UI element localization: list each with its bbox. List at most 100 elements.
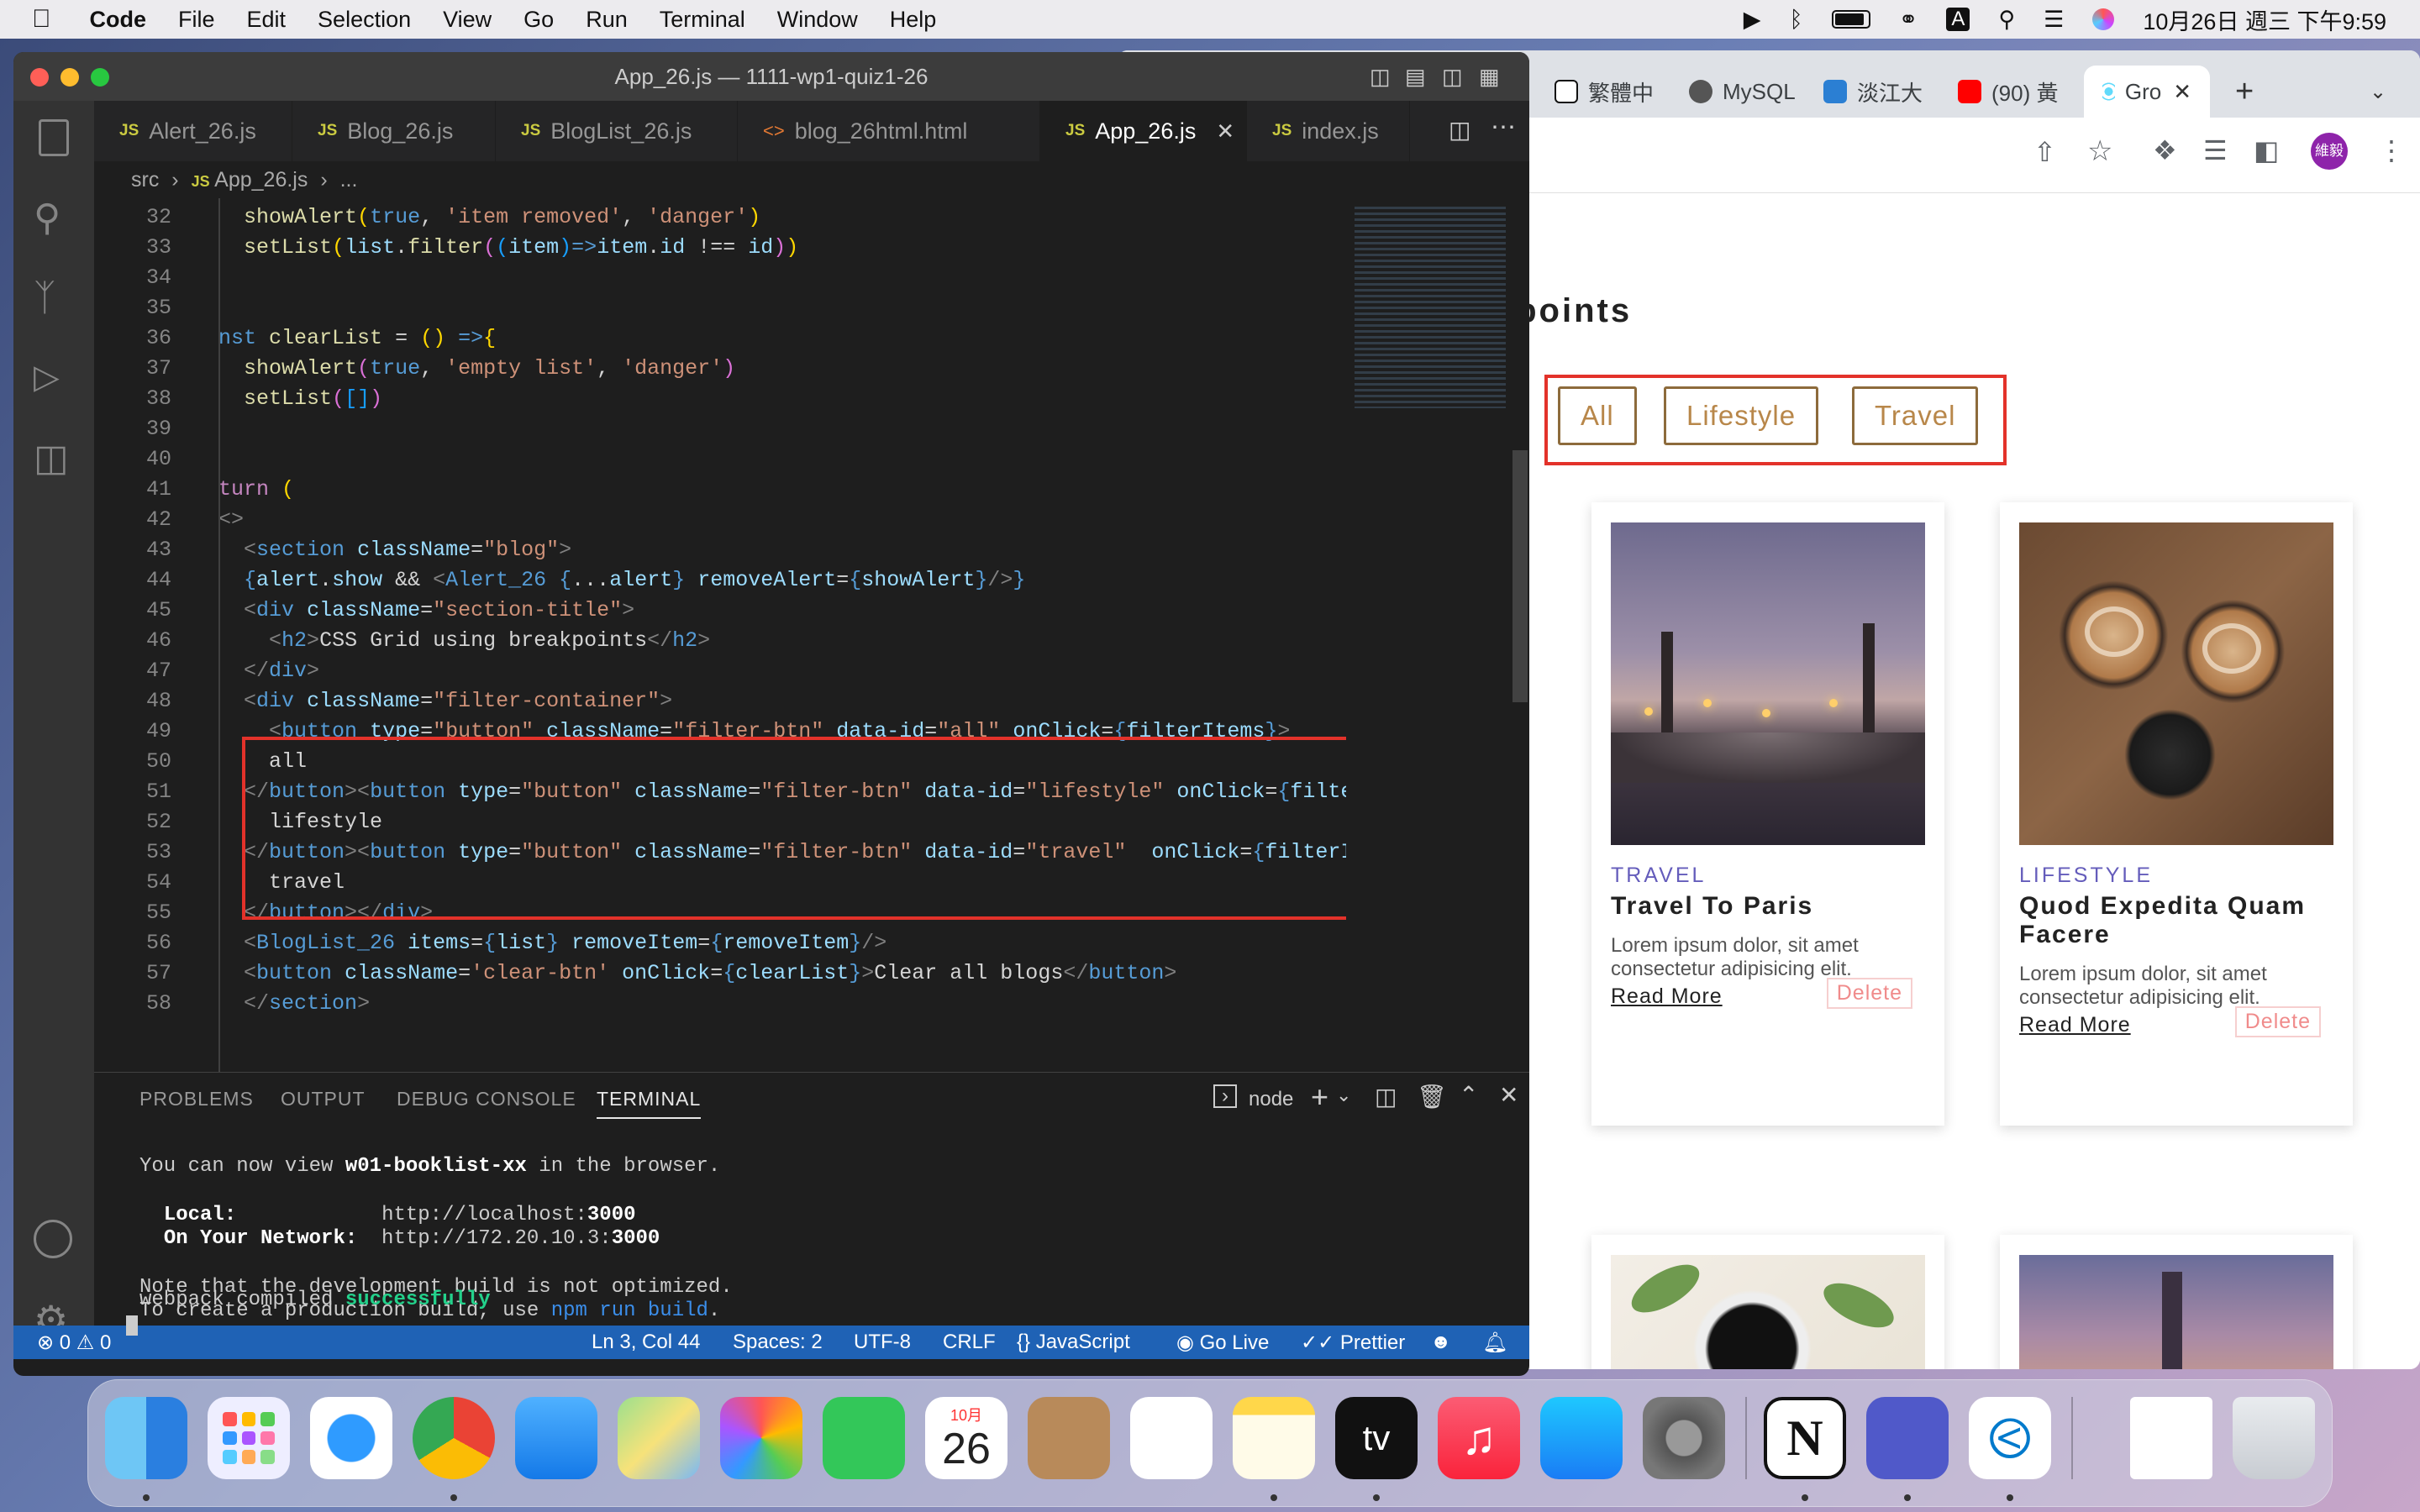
- chrome-icon[interactable]: [413, 1397, 495, 1479]
- feedback-icon[interactable]: ☻: [1430, 1331, 1451, 1354]
- side-panel-icon[interactable]: ◧: [2254, 134, 2279, 166]
- mail-icon[interactable]: [515, 1397, 597, 1479]
- maximize-panel-icon[interactable]: ⌃: [1459, 1081, 1478, 1109]
- extensions-icon[interactable]: ◫: [34, 437, 74, 479]
- new-tab-icon[interactable]: +: [2235, 66, 2254, 118]
- tab-app-26[interactable]: JS App_26.js ✕: [1040, 101, 1247, 161]
- terminal-shell-name[interactable]: node: [1249, 1088, 1293, 1111]
- chrome-tab-active[interactable]: Gro ✕: [2084, 66, 2210, 118]
- read-more-link[interactable]: Read More: [2019, 1013, 2131, 1037]
- chrome-tab-1[interactable]: 繁體中: [1555, 66, 1654, 118]
- filter-travel-button[interactable]: Travel: [1852, 386, 1979, 445]
- finder-icon[interactable]: [105, 1397, 187, 1479]
- tab-debug-console[interactable]: DEBUG CONSOLE: [397, 1088, 576, 1110]
- tab-output[interactable]: OUTPUT: [281, 1088, 366, 1110]
- safari-icon[interactable]: [310, 1397, 392, 1479]
- trash-icon[interactable]: [2233, 1397, 2315, 1479]
- minimize-window-button[interactable]: [60, 68, 79, 87]
- tab-blog-26[interactable]: JS Blog_26.js: [292, 101, 496, 161]
- tab-terminal[interactable]: TERMINAL: [597, 1088, 702, 1119]
- menu-app-name[interactable]: Code: [90, 7, 147, 33]
- read-more-link[interactable]: Read More: [1611, 984, 1723, 1009]
- trash-icon[interactable]: 🗑︎: [1417, 1083, 1447, 1110]
- cursor-position[interactable]: Ln 3, Col 44: [592, 1331, 700, 1354]
- source-control-icon[interactable]: ᛉ: [34, 277, 74, 318]
- notifications-bell-icon[interactable]: 🔔︎: [1482, 1331, 1507, 1355]
- more-actions-icon[interactable]: ⋯: [1491, 113, 1516, 142]
- profile-avatar[interactable]: 維毅: [2311, 133, 2348, 170]
- play-icon[interactable]: ▶︎: [1744, 7, 1761, 33]
- menu-go[interactable]: Go: [523, 7, 554, 33]
- close-tab-icon[interactable]: ✕: [1216, 118, 1234, 144]
- code-editor[interactable]: 32 33 34 35 36 37 38 39 40 41 42 43 44 45 46 47 48 49 50 51…: [94, 198, 1346, 1072]
- siri-icon[interactable]: [2092, 8, 2115, 30]
- menu-terminal[interactable]: Terminal: [660, 7, 745, 33]
- notes-icon[interactable]: [1233, 1397, 1315, 1479]
- facetime-icon[interactable]: [823, 1397, 905, 1479]
- menubar-clock[interactable]: 10月26日 週三 下午9:59: [2143, 3, 2386, 36]
- chrome-menu-icon[interactable]: ⋮: [2378, 134, 2405, 166]
- toggle-sidebar-icon[interactable]: ◫: [1370, 52, 1391, 101]
- prettier-status[interactable]: ✓✓ Prettier: [1301, 1331, 1405, 1355]
- bluetooth-icon[interactable]: ᛒ: [1790, 7, 1803, 33]
- scrollbar-thumb[interactable]: [1512, 450, 1528, 702]
- tab-alert-26[interactable]: JS Alert_26.js: [94, 101, 292, 161]
- launchpad-icon[interactable]: [208, 1397, 290, 1479]
- menu-selection[interactable]: Selection: [318, 7, 411, 33]
- filter-all-button[interactable]: All: [1558, 386, 1637, 445]
- input-source-icon[interactable]: A: [1946, 8, 1970, 31]
- breadcrumb-symbol[interactable]: ...: [340, 168, 358, 192]
- new-terminal-icon[interactable]: +: [1311, 1079, 1328, 1115]
- search-icon[interactable]: ⚲: [34, 197, 74, 239]
- close-window-button[interactable]: [30, 68, 49, 87]
- delete-button[interactable]: Delete: [2234, 1006, 2321, 1037]
- eol-status[interactable]: CRLF: [943, 1331, 996, 1354]
- control-center-icon[interactable]: ☰: [2044, 7, 2064, 33]
- problems-status[interactable]: ⊗ 0 ⚠ 0: [37, 1331, 111, 1355]
- chrome-tab-2[interactable]: MySQL: [1689, 66, 1796, 118]
- search-icon[interactable]: ⚲: [1998, 7, 2015, 33]
- tab-close-icon[interactable]: ✕: [2173, 79, 2191, 105]
- apple-menu-icon[interactable]: : [32, 5, 51, 34]
- calendar-icon[interactable]: 10月 26: [925, 1397, 1007, 1479]
- contacts-icon[interactable]: [1028, 1397, 1110, 1479]
- delete-button[interactable]: Delete: [1826, 978, 1912, 1009]
- tab-index[interactable]: JS index.js: [1247, 101, 1410, 161]
- accounts-icon[interactable]: [34, 1220, 72, 1258]
- share-icon[interactable]: ⇧: [2033, 136, 2056, 168]
- notion-icon[interactable]: N: [1764, 1397, 1846, 1479]
- breadcrumb-folder[interactable]: src: [131, 168, 159, 192]
- editor-scrollbar[interactable]: [1511, 198, 1529, 1072]
- breadcrumb-file[interactable]: App_26.js: [214, 168, 308, 192]
- toggle-panel-icon[interactable]: ▤: [1405, 52, 1426, 101]
- system-settings-icon[interactable]: [1643, 1397, 1725, 1479]
- language-status[interactable]: {} JavaScript: [1017, 1331, 1130, 1354]
- bookmark-star-icon[interactable]: ☆: [2087, 134, 2112, 168]
- terminal-dropdown-icon[interactable]: ⌄: [1336, 1084, 1351, 1106]
- indentation-status[interactable]: Spaces: 2: [733, 1331, 823, 1354]
- toggle-secondary-sidebar-icon[interactable]: ◫: [1442, 52, 1463, 101]
- zoom-window-button[interactable]: [91, 68, 109, 87]
- menu-view[interactable]: View: [443, 7, 492, 33]
- photos-icon[interactable]: [720, 1397, 802, 1479]
- menu-edit[interactable]: Edit: [247, 7, 287, 33]
- menu-file[interactable]: File: [178, 7, 215, 33]
- battery-icon[interactable]: [1831, 10, 1870, 29]
- extensions-icon[interactable]: ❖: [2153, 134, 2177, 166]
- split-editor-icon[interactable]: ◫: [1449, 116, 1470, 144]
- menu-help[interactable]: Help: [890, 7, 937, 33]
- maps-icon[interactable]: [618, 1397, 700, 1479]
- reading-list-icon[interactable]: ☰: [2203, 134, 2228, 166]
- recent-document-icon[interactable]: [2130, 1397, 2212, 1479]
- chrome-tab-4[interactable]: (90) 黃: [1958, 66, 2058, 118]
- app-store-icon[interactable]: [1540, 1397, 1623, 1479]
- go-live-status[interactable]: ◉ Go Live: [1176, 1331, 1269, 1355]
- close-panel-icon[interactable]: ✕: [1499, 1081, 1518, 1109]
- chrome-tab-3[interactable]: 淡江大: [1823, 66, 1923, 118]
- reminders-icon[interactable]: [1130, 1397, 1213, 1479]
- menu-window[interactable]: Window: [777, 7, 858, 33]
- filter-lifestyle-button[interactable]: Lifestyle: [1664, 386, 1819, 445]
- minimap[interactable]: [1346, 198, 1511, 1072]
- tab-problems[interactable]: PROBLEMS: [139, 1088, 254, 1110]
- teams-icon[interactable]: [1866, 1397, 1949, 1479]
